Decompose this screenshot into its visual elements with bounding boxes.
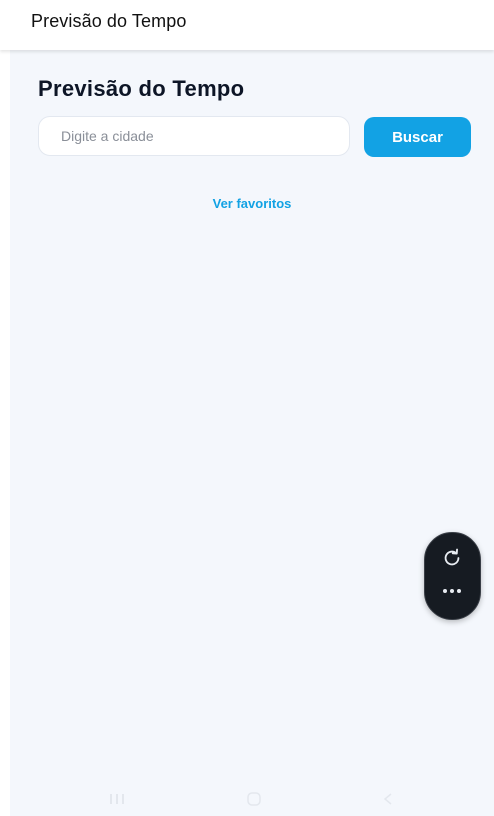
city-search-input[interactable] xyxy=(38,116,350,156)
back-icon[interactable] xyxy=(382,792,394,806)
search-button[interactable]: Buscar xyxy=(364,117,471,157)
system-navigation-bar xyxy=(10,786,494,810)
home-icon[interactable] xyxy=(246,792,262,806)
refresh-icon[interactable] xyxy=(441,547,463,569)
view-favorites-link[interactable]: Ver favoritos xyxy=(10,196,494,211)
more-horizontal-icon[interactable] xyxy=(439,585,465,597)
page-title: Previsão do Tempo xyxy=(38,76,245,101)
main-screen: Previsão do Tempo Buscar Ver favoritos xyxy=(10,50,494,816)
app-bar: Previsão do Tempo xyxy=(0,0,494,50)
recent-apps-icon[interactable] xyxy=(108,792,126,806)
app-bar-title: Previsão do Tempo xyxy=(31,11,187,31)
floating-action-menu xyxy=(424,532,481,620)
